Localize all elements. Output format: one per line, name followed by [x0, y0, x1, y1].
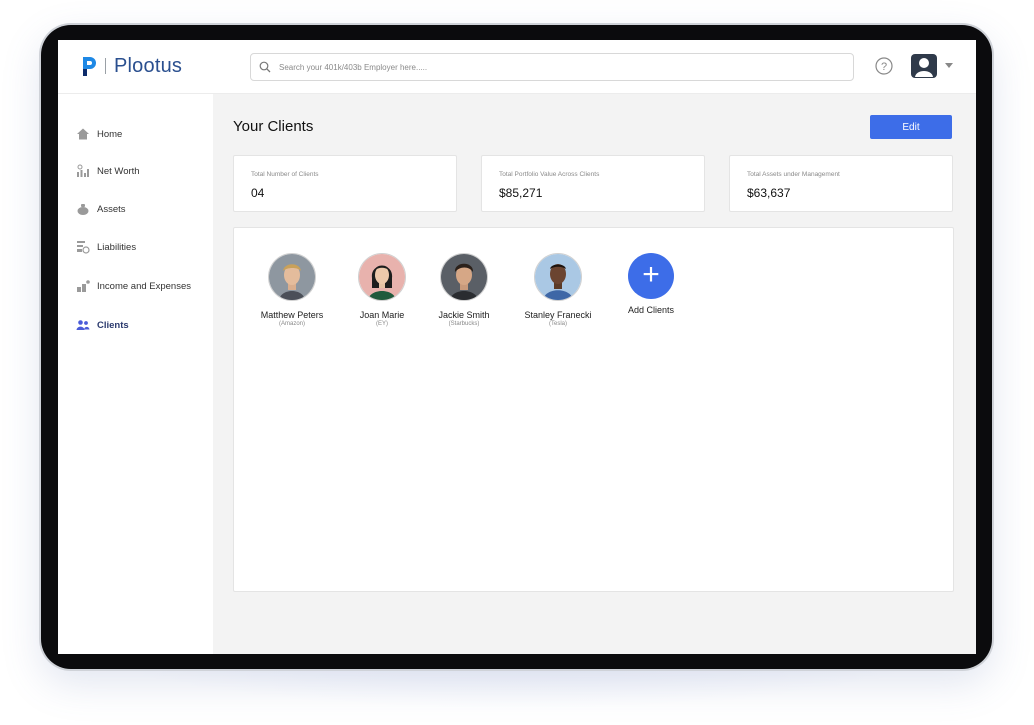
top-bar: Plootus ? — [58, 40, 976, 94]
client-card[interactable]: Matthew Peters (Amazon) — [249, 253, 335, 327]
client-company: (Starbucks) — [448, 321, 480, 327]
clients-icon — [76, 320, 90, 330]
stat-value: 04 — [251, 186, 265, 200]
home-icon — [77, 128, 89, 140]
client-card[interactable]: Jackie Smith (Starbucks) — [421, 253, 507, 327]
page-title: Your Clients — [233, 118, 314, 135]
liabilities-icon — [77, 241, 90, 254]
stat-card-assets-under-management: Total Assets under Management $63,637 — [729, 155, 953, 212]
assets-icon — [77, 204, 89, 215]
sidebar-item-income-expenses[interactable]: Income and Expenses — [76, 277, 191, 295]
client-company: (EY) — [376, 321, 388, 327]
stat-value: $63,637 — [747, 186, 791, 200]
stat-label: Total Assets under Management — [747, 171, 840, 178]
sidebar-item-label: Income and Expenses — [97, 280, 192, 292]
sidebar-item-label: Assets — [97, 203, 126, 215]
add-clients-label: Add Clients — [627, 305, 675, 315]
clients-panel: Matthew Peters (Amazon) Joan Marie (EY) — [233, 227, 954, 592]
sidebar-item-clients[interactable]: Clients — [76, 316, 129, 334]
sidebar-item-net-worth[interactable]: Net Worth — [76, 162, 140, 180]
logo[interactable]: Plootus — [80, 54, 182, 78]
person-photo-icon — [359, 254, 405, 300]
person-photo-icon — [441, 254, 487, 300]
client-name: Joan Marie — [359, 310, 405, 320]
app-name: Plootus — [114, 54, 183, 77]
person-photo-icon — [269, 254, 315, 300]
plus-icon: + — [628, 253, 674, 299]
client-card[interactable]: Joan Marie (EY) — [339, 253, 425, 327]
sidebar-item-home[interactable]: Home — [76, 125, 122, 143]
add-clients-button[interactable]: + Add Clients — [606, 253, 696, 315]
plootus-logo-icon — [83, 57, 96, 76]
income-expenses-icon — [77, 280, 90, 292]
net-worth-icon — [77, 164, 89, 177]
chevron-down-icon[interactable] — [944, 61, 954, 69]
client-avatar — [358, 253, 406, 301]
stat-value: $85,271 — [499, 186, 543, 200]
sidebar-item-label: Clients — [97, 319, 129, 331]
client-company: (Amazon) — [278, 321, 305, 327]
search-bar[interactable] — [250, 53, 854, 81]
client-avatar — [440, 253, 488, 301]
logo-divider — [105, 58, 106, 74]
help-icon[interactable]: ? — [875, 57, 893, 75]
stat-card-portfolio-value: Total Portfolio Value Across Clients $85… — [481, 155, 705, 212]
client-name: Jackie Smith — [438, 310, 490, 320]
search-input[interactable] — [277, 61, 841, 73]
client-avatar — [534, 253, 582, 301]
edit-button[interactable]: Edit — [870, 115, 952, 139]
stat-label: Total Number of Clients — [251, 171, 319, 178]
svg-text:?: ? — [881, 61, 887, 73]
sidebar-item-liabilities[interactable]: Liabilities — [76, 238, 136, 256]
stat-card-total-clients: Total Number of Clients 04 — [233, 155, 457, 212]
client-name: Matthew Peters — [260, 310, 324, 320]
app-screen: Plootus ? Home — [58, 40, 976, 654]
person-photo-icon — [535, 254, 581, 300]
client-company: (Tesla) — [548, 321, 567, 327]
sidebar-item-label: Liabilities — [97, 241, 137, 253]
client-avatar — [268, 253, 316, 301]
sidebar-item-label: Home — [97, 128, 123, 140]
sidebar: Home Net Worth Assets Liabilities Income… — [58, 94, 213, 654]
sidebar-item-label: Net Worth — [97, 165, 140, 177]
stat-label: Total Portfolio Value Across Clients — [499, 171, 600, 178]
client-card[interactable]: Stanley Franecki (Tesla) — [515, 253, 601, 327]
client-name: Stanley Franecki — [524, 310, 592, 320]
sidebar-item-assets[interactable]: Assets — [76, 200, 126, 218]
search-icon — [259, 61, 271, 73]
user-avatar-icon[interactable] — [910, 53, 938, 79]
